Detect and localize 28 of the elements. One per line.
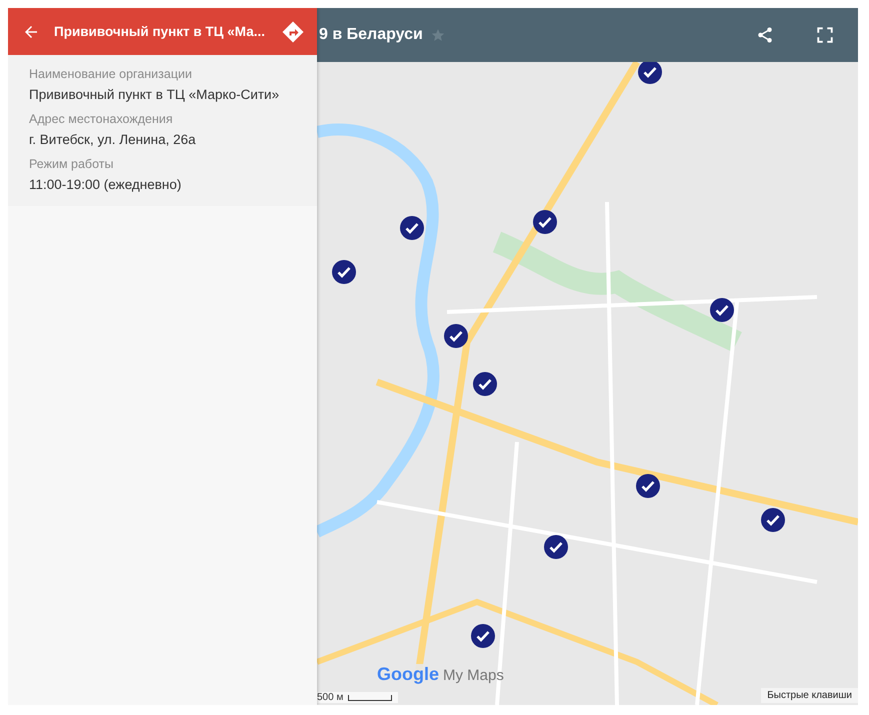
field-label: Режим работы: [29, 157, 114, 171]
check-marker-icon[interactable]: [533, 210, 557, 234]
check-marker-icon[interactable]: [332, 260, 356, 284]
directions-button[interactable]: [281, 20, 305, 44]
check-marker-icon[interactable]: [471, 624, 495, 648]
share-icon[interactable]: [756, 26, 774, 44]
check-marker-icon[interactable]: [710, 298, 734, 322]
scale-line: [348, 694, 392, 700]
panel-title: Прививочный пункт в ТЦ «Ма...: [54, 24, 266, 39]
keyboard-shortcuts-link[interactable]: Быстрые клавиши: [761, 688, 858, 703]
field-label: Адрес местонахождения: [29, 112, 174, 126]
check-marker-icon[interactable]: [473, 372, 497, 396]
field-value: г. Витебск, ул. Ленина, 26а: [29, 132, 197, 147]
star-icon[interactable]: [430, 28, 445, 42]
map-title: 9 в Беларуси: [319, 26, 423, 44]
scale-label: 500 м: [317, 692, 344, 703]
field-value: Прививочный пункт в ТЦ «Марко-Сити»: [29, 87, 280, 102]
google-logo: Google: [377, 664, 439, 685]
check-marker-icon[interactable]: [444, 324, 468, 348]
check-marker-icon[interactable]: [638, 62, 662, 84]
field-label: Наименование организации: [29, 67, 193, 81]
field-value: 11:00-19:00 (ежедневно): [29, 177, 182, 192]
check-marker-icon[interactable]: [636, 474, 660, 498]
check-marker-icon[interactable]: [761, 508, 785, 532]
check-marker-icon[interactable]: [544, 535, 568, 559]
fullscreen-icon[interactable]: [816, 26, 834, 44]
my-maps-label: My Maps: [443, 667, 504, 684]
check-marker-icon[interactable]: [400, 216, 424, 240]
